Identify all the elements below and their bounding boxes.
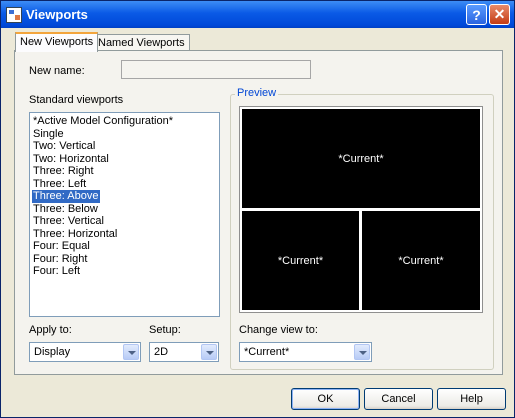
cancel-button[interactable]: Cancel [364, 388, 433, 410]
preview-viewport-bottom-right[interactable]: *Current* [362, 211, 480, 310]
standard-viewports-list[interactable]: *Active Model Configuration* Single Two:… [29, 112, 220, 317]
preview-viewport-top[interactable]: *Current* [242, 109, 480, 208]
list-item[interactable]: Three: Right [32, 165, 217, 178]
change-view-to-label: Change view to: [239, 324, 318, 336]
list-item[interactable]: Four: Right [32, 253, 217, 266]
list-item[interactable]: Three: Horizontal [32, 228, 217, 241]
title-bar[interactable]: Viewports ? ✕ [1, 1, 514, 28]
apply-to-label: Apply to: [29, 324, 72, 336]
help-button-label: Help [460, 393, 483, 405]
list-item[interactable]: *Active Model Configuration* [32, 115, 217, 128]
viewport-view-label: *Current* [277, 254, 324, 267]
chevron-down-icon[interactable] [354, 344, 370, 360]
list-item[interactable]: Two: Vertical [32, 140, 217, 153]
list-item-selected[interactable]: Three: Above [32, 190, 101, 203]
list-item[interactable]: Four: Left [32, 265, 217, 278]
setup-select[interactable]: 2D [149, 342, 219, 362]
list-item[interactable]: Three: Vertical [32, 215, 217, 228]
standard-viewports-label: Standard viewports [29, 94, 124, 106]
setup-value: 2D [154, 346, 169, 358]
apply-to-select[interactable]: Display [29, 342, 141, 362]
help-button[interactable]: Help [437, 388, 506, 410]
viewport-view-label: *Current* [338, 152, 384, 165]
ok-button[interactable]: OK [291, 388, 360, 410]
tab-label: Named Viewports [98, 37, 185, 49]
list-item[interactable]: Four: Equal [32, 240, 217, 253]
viewports-app-icon [6, 6, 22, 23]
setup-label: Setup: [149, 324, 181, 336]
preview-viewport-bottom-left[interactable]: *Current* [242, 211, 359, 310]
close-icon[interactable]: ✕ [489, 4, 510, 25]
change-view-to-value: *Current* [244, 346, 290, 358]
ok-button-label: OK [317, 393, 334, 405]
viewport-preview[interactable]: *Current* *Current* *Current* [239, 106, 483, 313]
tab-label: New Viewports [20, 36, 94, 48]
tab-new-viewports[interactable]: New Viewports [15, 32, 99, 52]
cancel-button-label: Cancel [381, 393, 416, 405]
apply-to-value: Display [34, 346, 71, 358]
list-item[interactable]: Two: Horizontal [32, 153, 217, 166]
chevron-down-icon[interactable] [201, 344, 217, 360]
preview-label: Preview [235, 87, 279, 99]
help-icon[interactable]: ? [466, 4, 487, 25]
list-item[interactable]: Single [32, 128, 217, 141]
chevron-down-icon[interactable] [123, 344, 139, 360]
new-name-label: New name: [29, 65, 85, 77]
list-item[interactable]: Three: Below [32, 203, 217, 216]
change-view-to-select[interactable]: *Current* [239, 342, 372, 362]
list-item[interactable]: Three: Left [32, 178, 217, 191]
new-name-field[interactable] [121, 60, 311, 79]
viewport-view-label: *Current* [398, 254, 444, 267]
viewports-dialog: Viewports ? ✕ New Viewports Named Viewpo… [0, 0, 515, 418]
window-title: Viewports [26, 7, 88, 22]
